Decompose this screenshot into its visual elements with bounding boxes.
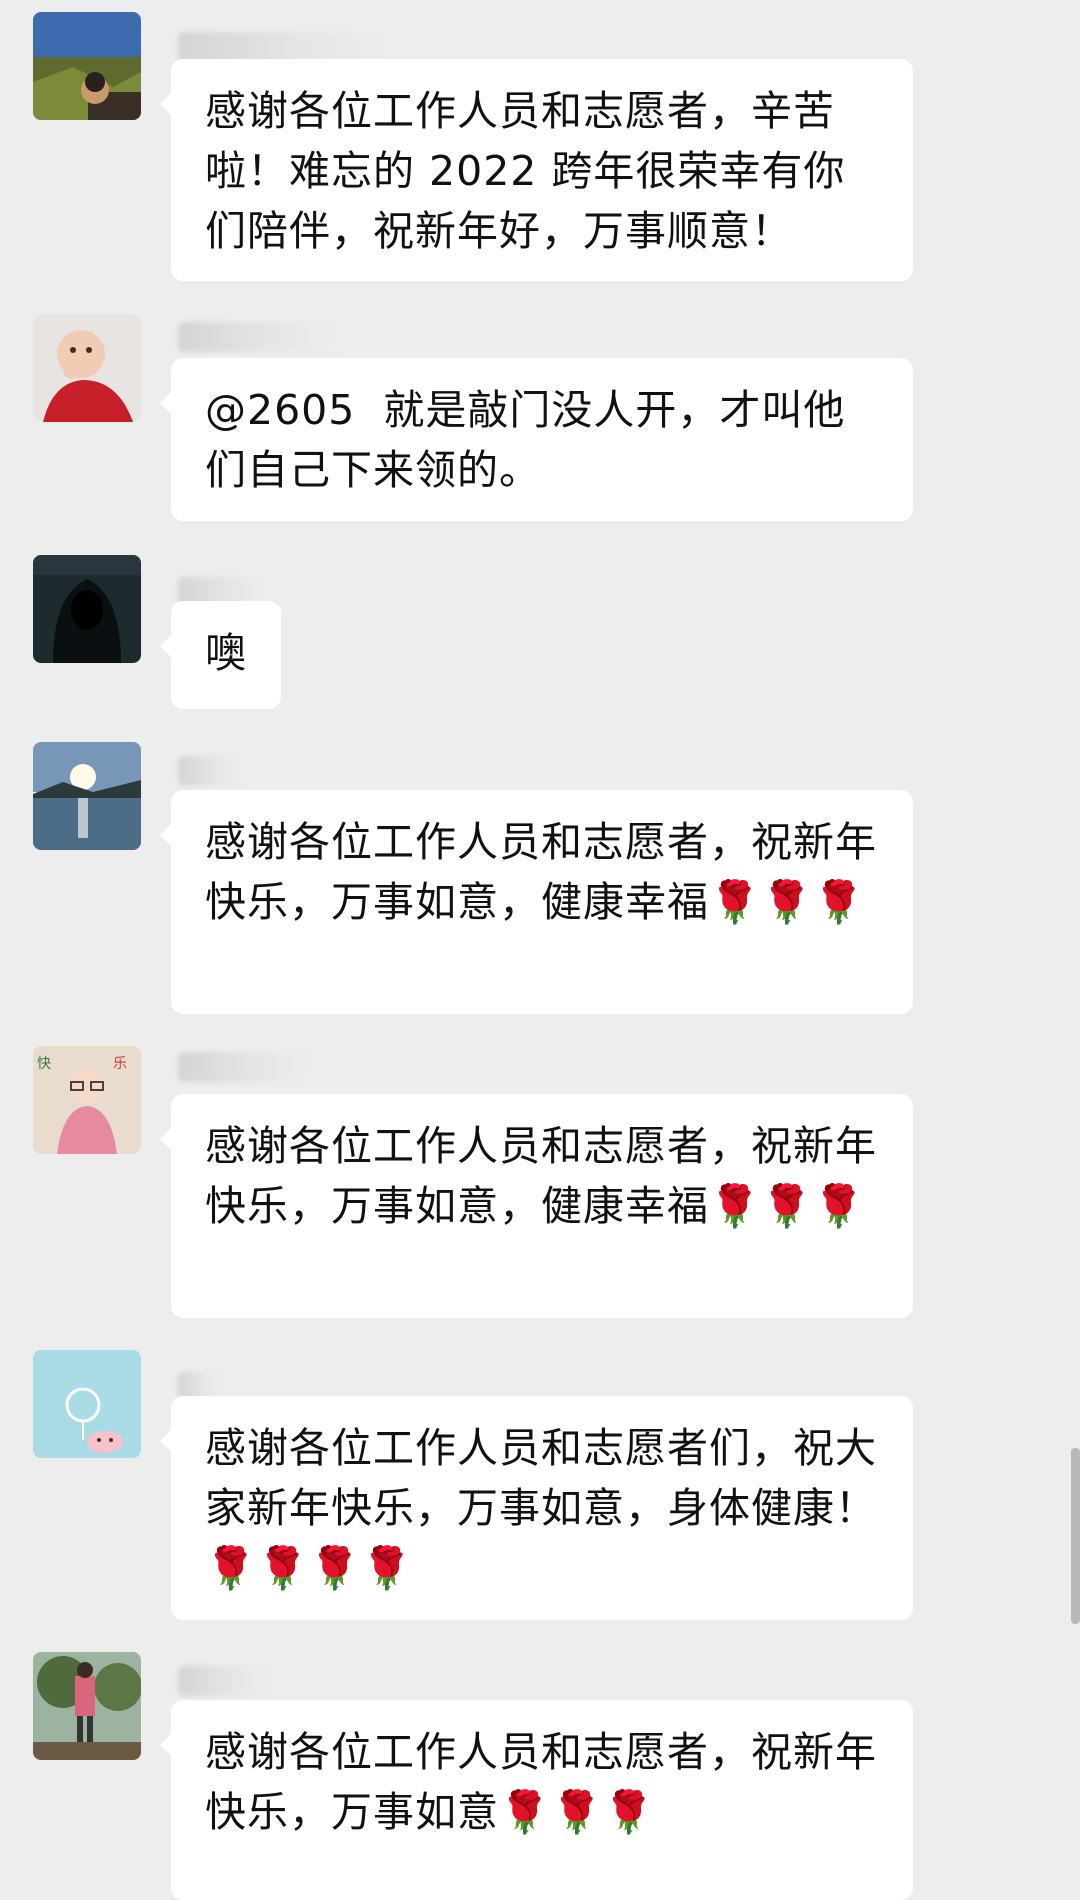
svg-text:快: 快 xyxy=(37,1056,51,1072)
rose-emojis: 🌹🌹🌹🌹 xyxy=(205,1544,414,1592)
sender-name-redacted xyxy=(178,1666,270,1696)
message-text: 噢 xyxy=(205,629,247,677)
avatar[interactable] xyxy=(33,742,141,850)
rose-emojis: 🌹🌹🌹 xyxy=(499,1788,656,1836)
avatar[interactable] xyxy=(33,555,141,663)
message-bubble[interactable]: 感谢各位工作人员和志愿者，祝新年快乐，万事如意，健康幸福🌹🌹🌹 xyxy=(160,1094,913,1318)
sender-name-redacted xyxy=(178,756,242,786)
message-bubble[interactable]: 感谢各位工作人员和志愿者们，祝大家新年快乐，万事如意，身体健康！ 🌹🌹🌹🌹 xyxy=(160,1396,913,1620)
rose-emojis: 🌹🌹🌹 xyxy=(709,1182,866,1230)
avatar[interactable] xyxy=(33,1652,141,1760)
message-bubble[interactable]: 感谢各位工作人员和志愿者，祝新年快乐，万事如意🌹🌹🌹 xyxy=(160,1700,913,1900)
scrollbar[interactable] xyxy=(1071,1448,1080,1624)
message-text: 感谢各位工作人员和志愿者们，祝大家新年快乐，万事如意，身体健康！ xyxy=(205,1424,877,1532)
message-bubble[interactable]: @2605 就是敲门没人开，才叫他们自己下来领的。 xyxy=(160,358,913,521)
message-bubble[interactable]: 感谢各位工作人员和志愿者，辛苦啦！难忘的 2022 跨年很荣幸有你们陪伴，祝新年… xyxy=(160,59,913,281)
avatar[interactable]: 快 乐 xyxy=(33,1046,141,1154)
sender-name-redacted xyxy=(178,322,338,352)
avatar[interactable] xyxy=(33,1350,141,1458)
rose-emojis: 🌹🌹🌹 xyxy=(709,878,866,926)
svg-text:乐: 乐 xyxy=(113,1056,127,1072)
sender-name-redacted xyxy=(178,1052,312,1082)
message-bubble[interactable]: 噢 xyxy=(160,601,281,709)
avatar[interactable] xyxy=(33,314,141,422)
message-text: @2605 就是敲门没人开，才叫他们自己下来领的。 xyxy=(205,386,846,494)
avatar[interactable] xyxy=(33,12,141,120)
message-bubble[interactable]: 感谢各位工作人员和志愿者，祝新年快乐，万事如意，健康幸福🌹🌹🌹 xyxy=(160,790,913,1014)
message-text: 感谢各位工作人员和志愿者，辛苦啦！难忘的 2022 跨年很荣幸有你们陪伴，祝新年… xyxy=(205,87,846,255)
sender-name-redacted xyxy=(178,32,392,62)
